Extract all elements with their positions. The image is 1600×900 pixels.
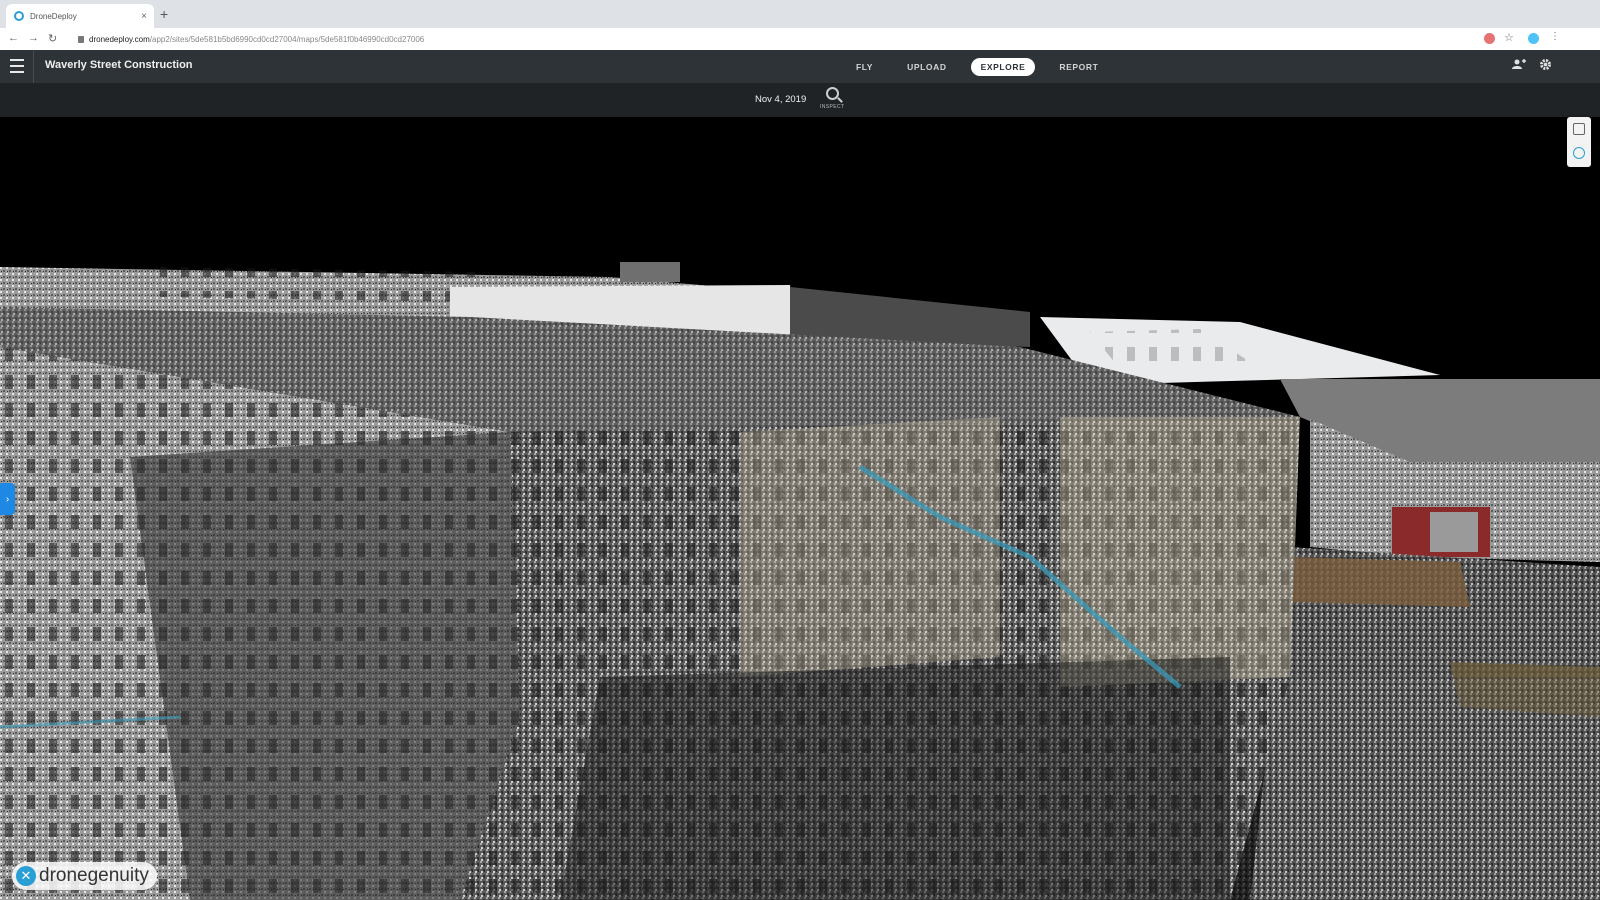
inspect-label: INSPECT [820, 104, 845, 110]
inspect-button[interactable]: INSPECT [820, 87, 844, 110]
map-date-selector[interactable]: Nov 4, 2019 [755, 94, 806, 105]
hamburger-menu-icon[interactable] [10, 59, 24, 73]
tab-close-icon[interactable]: × [141, 11, 147, 22]
new-tab-button[interactable]: + [160, 6, 168, 22]
dronedeploy-favicon-icon [14, 11, 24, 21]
watermark-brand: dronegenuity [39, 865, 149, 886]
magnifier-icon [825, 87, 839, 100]
browser-tab-title: DroneDeploy [30, 11, 77, 21]
tab-explore[interactable]: EXPLORE [970, 58, 1036, 76]
tab-report[interactable]: REPORT [1049, 58, 1108, 76]
lock-icon [78, 35, 84, 43]
browser-address-bar: ← → ↻ dronedeploy.com /app2/sites/5de581… [0, 28, 1600, 51]
profile-extension-icon[interactable] [1528, 33, 1539, 44]
browser-tab[interactable]: DroneDeploy × [6, 4, 154, 28]
dronegenuity-logo-icon: ✕ [16, 866, 36, 886]
extension-icon[interactable] [1484, 33, 1495, 44]
view-settings-icon[interactable] [1573, 147, 1585, 159]
url-path: /app2/sites/5de581b5bd6990cd0cd27004/map… [149, 34, 425, 44]
tab-fly[interactable]: FLY [846, 58, 883, 76]
dronegenuity-watermark: ✕ dronegenuity [12, 862, 157, 890]
back-icon[interactable]: ← [8, 32, 19, 44]
sidebar-expand-toggle[interactable]: › [0, 483, 15, 515]
bookmark-star-icon[interactable]: ☆ [1504, 31, 1514, 44]
reload-icon[interactable]: ↻ [48, 32, 57, 45]
tab-upload[interactable]: UPLOAD [897, 58, 957, 76]
main-building [0, 307, 1300, 900]
fullscreen-icon[interactable] [1573, 123, 1585, 135]
url-host: dronedeploy.com [89, 34, 150, 44]
date-bar: Nov 4, 2019 INSPECT [0, 83, 1600, 117]
settings-gear-icon[interactable] [1539, 58, 1552, 74]
map-tool-panel [1567, 117, 1591, 167]
project-title: Waverly Street Construction [45, 59, 193, 71]
3d-model-viewport[interactable]: › [0, 117, 1600, 900]
adjacent-warehouse [1280, 379, 1600, 562]
share-users-icon[interactable] [1512, 58, 1526, 73]
browser-menu-icon[interactable]: ⋮ [1550, 31, 1560, 42]
url-input[interactable]: dronedeploy.com /app2/sites/5de581b5bd69… [78, 31, 1498, 47]
app-header: Waverly Street Construction FLY UPLOAD E… [0, 50, 1600, 83]
browser-tab-bar: DroneDeploy × + [0, 0, 1600, 28]
forward-icon[interactable]: → [28, 32, 39, 44]
main-nav-tabs: FLY UPLOAD EXPLORE REPORT [846, 58, 1122, 76]
point-cloud-scene [0, 262, 1600, 900]
header-divider [33, 50, 34, 83]
